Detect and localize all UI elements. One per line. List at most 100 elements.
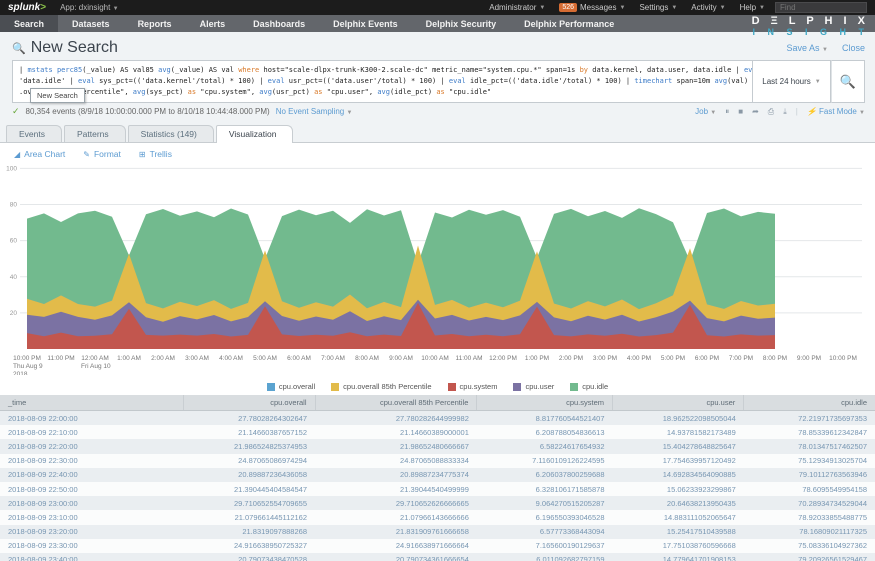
column-header[interactable]: cpu.user [613, 395, 744, 411]
column-header[interactable]: cpu.system [477, 395, 613, 411]
legend-item[interactable]: cpu.idle [570, 382, 608, 391]
nav-item-delphix-events[interactable]: Delphix Events [319, 15, 412, 32]
find-input[interactable] [775, 2, 867, 13]
splunk-logo[interactable]: splunk> [8, 2, 46, 13]
topbar-menu-settings[interactable]: Settings▼ [639, 3, 677, 12]
legend-swatch [448, 383, 456, 391]
svg-text:60: 60 [10, 238, 18, 245]
stop-icon[interactable]: ■ [738, 107, 743, 116]
event-sampling-menu[interactable]: No Event Sampling ▼ [276, 107, 353, 116]
query-line: | mstats perc85(_value) AS val85 avg(_va… [19, 65, 746, 76]
table-cell: 78.85339612342847 [744, 425, 875, 439]
table-cell: 78.6095549954158 [744, 482, 875, 496]
nav-item-datasets[interactable]: Datasets [58, 15, 124, 32]
table-cell: 79.10112763563946 [744, 468, 875, 482]
table-cell: 20.64638213950435 [613, 496, 744, 510]
topbar-menu-activity[interactable]: Activity▼ [691, 3, 725, 12]
viz-tool-trellis[interactable]: ⊞Trellis [139, 149, 172, 159]
column-header[interactable]: _time [0, 395, 184, 411]
viz-tool-format[interactable]: ✎Format [83, 149, 121, 159]
app-menu[interactable]: App: dxinsight ▼ [60, 3, 118, 12]
svg-text:100: 100 [6, 165, 17, 172]
table-cell: 75.08336104927362 [744, 539, 875, 553]
table-cell: 21.07966143666666 [315, 510, 477, 524]
table-cell: 14.692834564090885 [613, 468, 744, 482]
pause-icon[interactable]: ⏸ [725, 107, 729, 117]
nav-item-delphix-security[interactable]: Delphix Security [412, 15, 511, 32]
table-row[interactable]: 2018-08-09 23:20:0021.831909788826821.83… [0, 525, 875, 539]
job-done-check-icon: ✓ [12, 106, 20, 117]
search-query-input[interactable]: | mstats perc85(_value) AS val85 avg(_va… [12, 60, 753, 103]
table-row[interactable]: 2018-08-09 22:30:0024.8706508697429424.8… [0, 454, 875, 468]
table-cell: 78.16809021117325 [744, 525, 875, 539]
nav-item-alerts[interactable]: Alerts [186, 15, 240, 32]
topbar-menu-help[interactable]: Help▼ [740, 3, 765, 12]
close-button[interactable]: Close [842, 43, 865, 53]
table-row[interactable]: 2018-08-09 23:30:0024.91663895072532724.… [0, 539, 875, 553]
topbar-menu-administrator[interactable]: Administrator▼ [489, 3, 545, 12]
nav-item-reports[interactable]: Reports [124, 15, 186, 32]
tab-statistics-[interactable]: Statistics (149) [128, 125, 214, 142]
print-icon[interactable]: ⎙ [768, 107, 774, 117]
table-cell: 21.079661445112162 [184, 510, 315, 524]
search-mode-menu[interactable]: ⚡ Fast Mode ▼ [807, 107, 865, 116]
search-icon: 🔍 [12, 42, 26, 55]
legend-item[interactable]: cpu.system [448, 382, 498, 391]
column-header[interactable]: cpu.idle [744, 395, 875, 411]
nav-item-delphix-performance[interactable]: Delphix Performance [510, 15, 628, 32]
nav-item-search[interactable]: Search [0, 15, 58, 32]
legend-item[interactable]: cpu.user [513, 382, 554, 391]
table-row[interactable]: 2018-08-09 23:10:0021.07966144511216221.… [0, 510, 875, 524]
table-row[interactable]: 2018-08-09 22:00:0027.7802826430264727.7… [0, 411, 875, 426]
column-header[interactable]: cpu.overall 85th Percentile [315, 395, 477, 411]
tab-patterns[interactable]: Patterns [64, 125, 126, 142]
table-cell: 20.89887234775374 [315, 468, 477, 482]
time-range-picker[interactable]: Last 24 hours▼ [753, 60, 831, 103]
table-row[interactable]: 2018-08-09 22:20:0021.98652482537495321.… [0, 439, 875, 453]
messages-count-badge: 526 [559, 3, 577, 12]
svg-text:2:00 AM: 2:00 AM [151, 355, 175, 362]
legend-item[interactable]: cpu.overall [267, 382, 315, 391]
svg-text:7:00 PM: 7:00 PM [729, 355, 753, 362]
table-row[interactable]: 2018-08-09 23:40:0020.7907343847052820.7… [0, 553, 875, 561]
tab-visualization[interactable]: Visualization [216, 125, 294, 143]
divider: | [796, 107, 798, 116]
table-cell: 70.28934734529044 [744, 496, 875, 510]
table-cell: 15.404278648825647 [613, 439, 744, 453]
table-cell: 2018-08-09 23:10:00 [0, 510, 184, 524]
job-menu[interactable]: Job ▼ [695, 107, 716, 116]
delphix-insight-logo: D Ξ L P H I X I N S I G H T [752, 16, 869, 38]
table-cell: 6.57773368443094 [477, 525, 613, 539]
svg-text:5:00 PM: 5:00 PM [661, 355, 685, 362]
save-as-button[interactable]: Save As ▼ [786, 43, 828, 53]
table-cell: 2018-08-09 22:50:00 [0, 482, 184, 496]
table-row[interactable]: 2018-08-09 23:00:0029.71065255470965529.… [0, 496, 875, 510]
svg-text:4:00 AM: 4:00 AM [219, 355, 243, 362]
chevron-down-icon: ▼ [815, 79, 821, 85]
chart-canvas[interactable]: 2040608010010:00 PMThu Aug 9201811:00 PM… [0, 163, 875, 375]
search-panel: 🔍New Search Save As ▼ Close | mstats per… [0, 32, 875, 124]
table-cell: 2018-08-09 22:10:00 [0, 425, 184, 439]
table-cell: 21.831909761666658 [315, 525, 477, 539]
legend-swatch [513, 383, 521, 391]
table-cell: 21.390445404584547 [184, 482, 315, 496]
tab-events[interactable]: Events [6, 125, 62, 142]
lightning-icon: ⚡ [807, 107, 817, 116]
nav-item-dashboards[interactable]: Dashboards [239, 15, 319, 32]
svg-text:20: 20 [10, 310, 18, 317]
chevron-down-icon: ▼ [619, 5, 625, 11]
table-row[interactable]: 2018-08-09 22:50:0021.39044540458454721.… [0, 482, 875, 496]
table-row[interactable]: 2018-08-09 22:40:0020.8988723643605820.8… [0, 468, 875, 482]
run-search-button[interactable]: 🔍 [831, 60, 865, 103]
svg-text:1:00 AM: 1:00 AM [117, 355, 141, 362]
legend-item[interactable]: cpu.overall 85th Percentile [331, 382, 431, 391]
viz-tool-area-chart[interactable]: ◢Area Chart [14, 149, 65, 159]
trellis-icon: ⊞ [139, 150, 146, 159]
table-row[interactable]: 2018-08-09 22:10:0021.1466038765715221.1… [0, 425, 875, 439]
chevron-down-icon: ▼ [346, 110, 352, 116]
chevron-down-icon: ▼ [822, 47, 828, 53]
share-icon[interactable]: ➦ [752, 107, 759, 116]
column-header[interactable]: cpu.overall [184, 395, 315, 411]
topbar-menu-messages[interactable]: 526Messages▼ [559, 3, 625, 12]
export-icon[interactable]: ⤓ [783, 107, 787, 117]
